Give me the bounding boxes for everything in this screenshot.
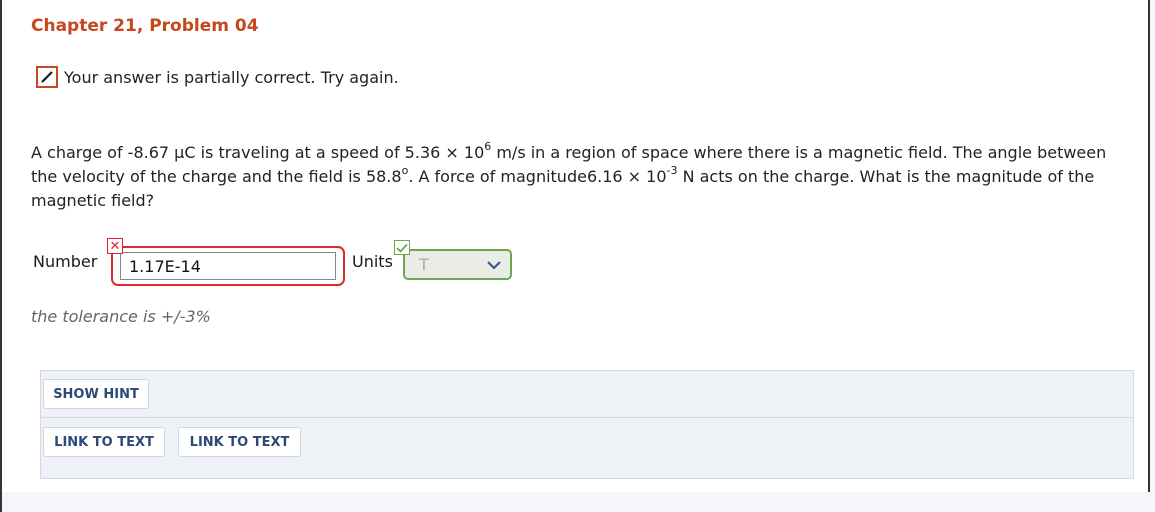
pencil-icon bbox=[36, 66, 58, 88]
question-part: A charge of -8.67 μC is traveling at a s… bbox=[31, 143, 485, 162]
status-message: Your answer is partially correct. Try ag… bbox=[64, 67, 399, 87]
question-part: . A force of magnitude6.16 × 10 bbox=[408, 167, 667, 186]
frame-footer bbox=[2, 492, 1150, 512]
problem-title: Chapter 21, Problem 04 bbox=[31, 16, 259, 36]
number-label: Number bbox=[33, 252, 98, 271]
hints-panel: SHOW HINT LINK TO TEXT LINK TO TEXT bbox=[40, 370, 1134, 479]
panel-divider bbox=[41, 417, 1133, 418]
units-label: Units bbox=[352, 252, 393, 271]
question-text: A charge of -8.67 μC is traveling at a s… bbox=[31, 141, 1131, 213]
number-input[interactable] bbox=[120, 252, 336, 280]
link-to-text-button[interactable]: LINK TO TEXT bbox=[43, 427, 165, 457]
link-to-text-button[interactable]: LINK TO TEXT bbox=[178, 427, 301, 457]
number-field-wrapper bbox=[111, 246, 345, 286]
show-hint-button[interactable]: SHOW HINT bbox=[43, 379, 149, 409]
chevron-down-icon bbox=[487, 260, 501, 270]
tolerance-note: the tolerance is +/-3% bbox=[31, 307, 211, 326]
question-exponent: o bbox=[401, 163, 409, 177]
answer-row: Number ✕ Units T bbox=[33, 236, 533, 292]
question-exponent: -3 bbox=[666, 163, 678, 177]
units-selected-value: T bbox=[419, 255, 429, 274]
question-exponent: 6 bbox=[484, 139, 492, 153]
units-select[interactable]: T bbox=[403, 249, 512, 280]
correct-check-icon bbox=[394, 240, 410, 255]
incorrect-x-icon: ✕ bbox=[107, 238, 123, 254]
status-row: Your answer is partially correct. Try ag… bbox=[36, 66, 399, 88]
